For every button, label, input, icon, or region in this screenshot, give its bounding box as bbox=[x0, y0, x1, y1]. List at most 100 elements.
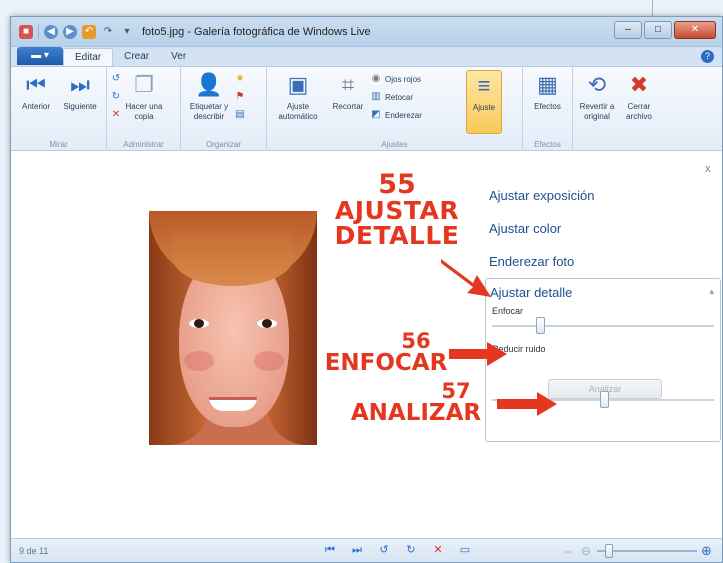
copy-icon: ❐ bbox=[134, 72, 154, 97]
status-slideshow-icon[interactable]: ▭ bbox=[458, 543, 472, 557]
delete-icon: ✕ bbox=[111, 109, 121, 120]
adjust-label: Ajuste bbox=[472, 103, 496, 112]
quick-access-toolbar: ■ ◀ ▶ ↶ ↷ ▾ bbox=[11, 24, 134, 39]
red-eye-button[interactable]: ◉ Ojos rojos bbox=[370, 72, 466, 86]
photo-eye-right bbox=[257, 319, 277, 328]
close-file-icon: ✖ bbox=[629, 72, 649, 97]
maximize-button[interactable]: □ bbox=[644, 21, 672, 39]
close-file-button[interactable]: ✖ Cerrar archivo bbox=[618, 70, 660, 151]
zoom-in-icon[interactable]: ⊕ bbox=[701, 543, 712, 559]
annotation-55-number: 55 bbox=[378, 169, 416, 200]
effects-label: Efectos bbox=[534, 102, 561, 111]
photo-cheek-left bbox=[184, 351, 214, 371]
annotation-56: 56 ENFOCAR bbox=[311, 331, 461, 375]
revert-icon: ⟲ bbox=[587, 72, 607, 97]
back-icon[interactable]: ◀ bbox=[44, 24, 58, 39]
status-rotate-left-icon[interactable]: ↺ bbox=[377, 543, 391, 557]
effects-icon: ▦ bbox=[537, 72, 558, 97]
effects-button[interactable]: ▦ Efectos bbox=[526, 70, 569, 151]
zoom-out-icon[interactable]: ⊖ bbox=[579, 544, 593, 558]
red-eye-icon: ◉ bbox=[371, 73, 381, 84]
make-copy-label: Hacer una copia bbox=[125, 102, 163, 121]
rotate-left-button[interactable]: ↺ bbox=[110, 72, 122, 86]
zoom-slider-thumb[interactable] bbox=[605, 544, 613, 558]
sharpen-label: Enfocar bbox=[492, 306, 524, 316]
previous-button[interactable]: ⏮ Anterior bbox=[14, 70, 58, 151]
minimize-button[interactable]: – bbox=[614, 21, 642, 39]
crop-button[interactable]: ⌗ Recortar bbox=[326, 70, 370, 151]
status-previous-icon[interactable]: ⏮ bbox=[323, 543, 337, 557]
title-bar: ■ ◀ ▶ ↶ ↷ ▾ foto5.jpg - Galería fotográf… bbox=[11, 17, 722, 47]
panel-close-button[interactable]: x bbox=[705, 163, 711, 175]
photo-eye-left bbox=[189, 319, 209, 328]
adjust-color-item[interactable]: Ajustar color bbox=[485, 212, 723, 245]
group-effects: ▦ Efectos Efectos bbox=[523, 67, 573, 151]
arrow-57-icon bbox=[497, 392, 557, 416]
close-file-label: Cerrar archivo bbox=[626, 102, 652, 121]
tab-crear[interactable]: Crear bbox=[113, 48, 160, 66]
group-label-browse: Mirar bbox=[49, 140, 68, 149]
photo-image bbox=[149, 211, 317, 445]
auto-adjust-button[interactable]: ▣ Ajuste automático bbox=[270, 70, 326, 151]
flag-button[interactable]: ⚑ bbox=[234, 90, 246, 104]
status-rotate-right-icon[interactable]: ↻ bbox=[404, 543, 418, 557]
sharpen-slider[interactable] bbox=[492, 316, 714, 336]
straighten-photo-item[interactable]: Enderezar foto bbox=[485, 245, 723, 278]
rate-button[interactable]: ★ bbox=[234, 72, 246, 86]
zoom-slider[interactable] bbox=[597, 544, 697, 558]
annotation-56-text: ENFOCAR bbox=[324, 350, 448, 376]
noise-reduction-label: Reducir ruido bbox=[492, 344, 546, 354]
forward-icon[interactable]: ▶ bbox=[63, 24, 77, 39]
make-copy-button[interactable]: ❐ Hacer una copia bbox=[122, 70, 166, 151]
qat-separator bbox=[38, 24, 39, 39]
collapse-icon[interactable]: ▴ bbox=[709, 286, 714, 297]
app-icon: ■ bbox=[19, 24, 33, 39]
ribbon: ⏮ Anterior ⏭ Siguiente Mirar ↺ ↻ ✕ ❐ Hac… bbox=[11, 67, 722, 151]
star-icon: ★ bbox=[235, 73, 245, 84]
adjust-exposure-item[interactable]: Ajustar exposición bbox=[485, 179, 723, 212]
retouch-label: Retocar bbox=[385, 92, 414, 102]
tab-ver[interactable]: Ver bbox=[160, 48, 197, 66]
fit-to-window-icon[interactable]: ⇔ bbox=[561, 544, 575, 558]
undo-icon[interactable]: ↶ bbox=[82, 24, 96, 39]
sharpen-slider-track bbox=[492, 325, 714, 327]
window-title: foto5.jpg - Galería fotográfica de Windo… bbox=[142, 25, 371, 38]
photo-counter: 9 de 11 bbox=[19, 545, 49, 556]
background-divider bbox=[652, 0, 653, 16]
adjust-sliders-icon: ≡ bbox=[477, 73, 491, 98]
status-delete-icon[interactable]: ✕ bbox=[431, 543, 445, 557]
status-next-icon[interactable]: ⏭ bbox=[350, 543, 364, 557]
noise-slider-thumb[interactable] bbox=[600, 391, 609, 408]
close-window-button[interactable]: ✕ bbox=[674, 21, 716, 39]
group-manage: ↺ ↻ ✕ ❐ Hacer una copia Administrar bbox=[107, 67, 181, 151]
qat-dropdown-icon[interactable]: ▾ bbox=[120, 25, 134, 39]
group-label-organize: Organizar bbox=[205, 140, 242, 149]
group-label-effects: Efectos bbox=[534, 140, 561, 149]
photo-bangs bbox=[173, 231, 293, 286]
crop-icon: ⌗ bbox=[341, 72, 355, 97]
people-tag-icon: 👤 bbox=[195, 72, 223, 97]
delete-button[interactable]: ✕ bbox=[110, 108, 122, 122]
previous-label: Anterior bbox=[21, 102, 50, 111]
background-page bbox=[0, 0, 723, 16]
straighten-button[interactable]: ◩ Enderezar bbox=[370, 108, 466, 122]
redo-icon[interactable]: ↷ bbox=[101, 25, 115, 39]
tag-describe-button[interactable]: 👤 Etiquetar y describir bbox=[184, 70, 234, 151]
red-eye-label: Ojos rojos bbox=[385, 74, 422, 84]
status-bar: 9 de 11 ⏮ ⏭ ↺ ↻ ✕ ▭ ⇔ ⊖ ⊕ bbox=[11, 538, 722, 562]
properties-button[interactable]: ▤ bbox=[234, 108, 246, 122]
rotate-right-button[interactable]: ↻ bbox=[110, 90, 122, 104]
next-button[interactable]: ⏭ Siguiente bbox=[58, 70, 102, 151]
tag-describe-label: Etiquetar y describir bbox=[189, 102, 229, 121]
ribbon-tabs: ▬ ▾ Editar Crear Ver ? bbox=[11, 47, 722, 67]
retouch-button[interactable]: ▥ Retocar bbox=[370, 90, 466, 104]
zoom-control: ⇔ ⊖ ⊕ bbox=[561, 543, 712, 559]
revert-button[interactable]: ⟲ Revertir a original bbox=[576, 70, 618, 151]
file-menu-button[interactable]: ▬ ▾ bbox=[17, 47, 63, 65]
adjust-detail-title[interactable]: Ajustar detalle bbox=[486, 279, 720, 306]
annotation-56-number: 56 bbox=[401, 329, 431, 353]
tab-editar[interactable]: Editar bbox=[63, 48, 114, 66]
adjust-button[interactable]: ≡ Ajuste bbox=[466, 70, 502, 134]
sharpen-slider-thumb[interactable] bbox=[536, 317, 545, 334]
help-icon[interactable]: ? bbox=[701, 50, 714, 63]
